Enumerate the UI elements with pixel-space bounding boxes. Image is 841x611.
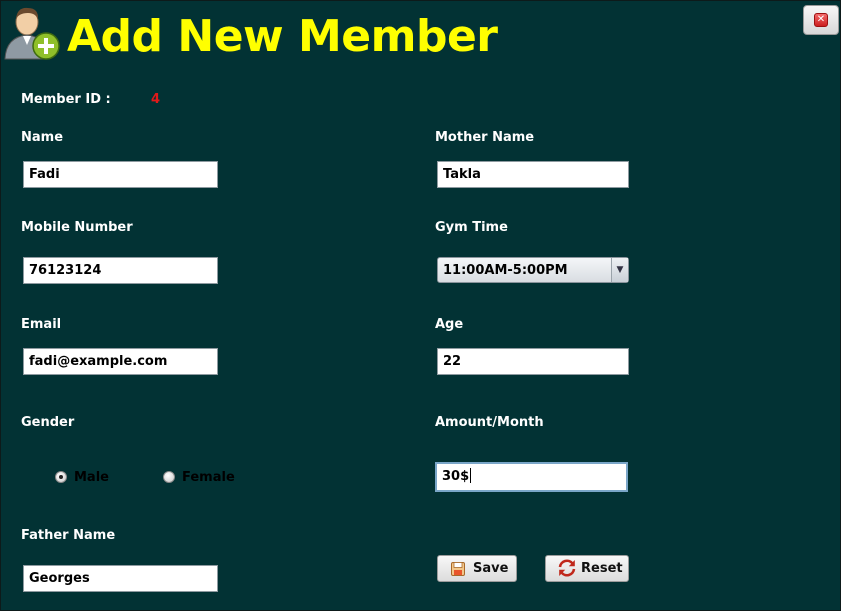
text-caret bbox=[470, 468, 472, 483]
gym-time-selected-value: 11:00AM-5:00PM bbox=[443, 263, 568, 278]
close-button[interactable]: ✕ bbox=[803, 5, 839, 35]
mother-name-input[interactable] bbox=[437, 161, 629, 188]
add-member-window: Add New Member ✕ Member ID : 4 Name Mobi… bbox=[0, 0, 841, 611]
gender-male-radio[interactable] bbox=[55, 471, 67, 483]
name-label: Name bbox=[21, 130, 64, 145]
member-id-value: 4 bbox=[151, 92, 161, 107]
reset-label: Reset bbox=[581, 561, 623, 576]
father-name-label: Father Name bbox=[21, 528, 116, 543]
amount-month-value: 30$ bbox=[442, 469, 470, 484]
chevron-down-icon[interactable]: ▼ bbox=[611, 258, 628, 282]
email-label: Email bbox=[21, 317, 62, 332]
father-name-input[interactable] bbox=[23, 565, 218, 592]
page-title: Add New Member bbox=[67, 11, 498, 62]
refresh-icon bbox=[558, 559, 576, 577]
reset-button[interactable]: Reset bbox=[545, 555, 629, 582]
age-label: Age bbox=[435, 317, 464, 332]
save-label: Save bbox=[473, 561, 509, 576]
age-input[interactable] bbox=[437, 348, 629, 375]
mother-name-label: Mother Name bbox=[435, 130, 535, 145]
gender-male-label[interactable]: Male bbox=[74, 470, 109, 485]
amount-month-label: Amount/Month bbox=[435, 415, 544, 430]
save-icon bbox=[451, 562, 465, 576]
gender-female-radio[interactable] bbox=[163, 471, 175, 483]
gym-time-select[interactable]: 11:00AM-5:00PM ▼ bbox=[437, 257, 629, 283]
add-user-icon bbox=[4, 7, 60, 60]
gender-female-label[interactable]: Female bbox=[182, 470, 235, 485]
save-button[interactable]: Save bbox=[437, 555, 517, 582]
email-input[interactable] bbox=[23, 348, 218, 375]
gym-time-label: Gym Time bbox=[435, 220, 508, 235]
close-icon: ✕ bbox=[814, 13, 828, 27]
name-input[interactable] bbox=[23, 161, 218, 188]
mobile-number-input[interactable] bbox=[23, 257, 218, 284]
mobile-number-label: Mobile Number bbox=[21, 220, 133, 235]
amount-month-input[interactable]: 30$ bbox=[435, 462, 628, 492]
member-id-label: Member ID : bbox=[21, 92, 111, 107]
gender-label: Gender bbox=[21, 415, 75, 430]
